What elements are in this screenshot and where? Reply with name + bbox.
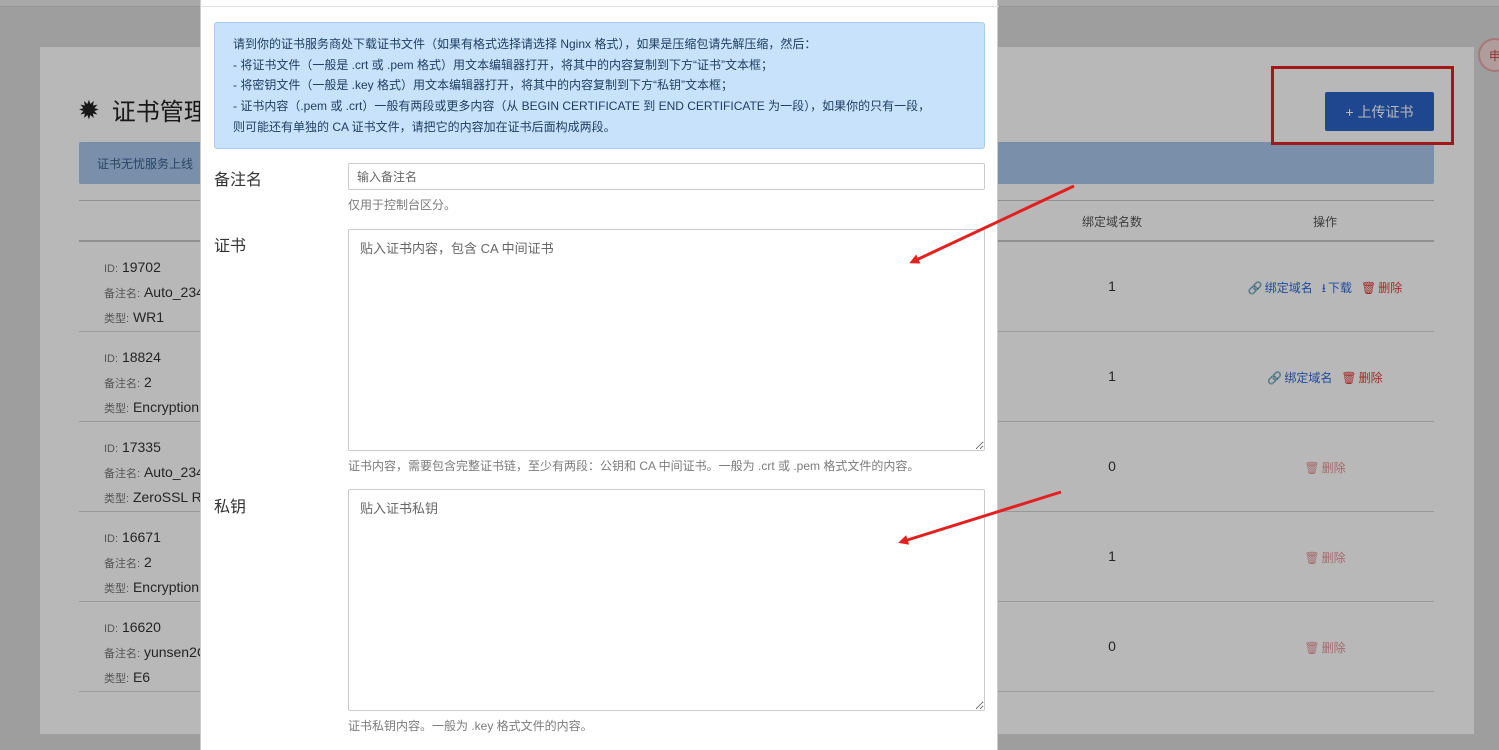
- key-label: 私钥: [214, 499, 247, 516]
- modal-header-edge: [201, 0, 999, 7]
- cert-textarea[interactable]: [348, 229, 985, 451]
- note-help: 仅用于控制台区分。: [348, 198, 457, 212]
- cert-help: 证书内容，需要包含完整证书链，至少有两段：公钥和 CA 中间证书。一般为 .cr…: [348, 459, 920, 473]
- notice-line: 请到你的证书服务商处下载证书文件（如果有格式选择请选择 Nginx 格式），如果…: [233, 37, 817, 51]
- instructions-notice: 请到你的证书服务商处下载证书文件（如果有格式选择请选择 Nginx 格式），如果…: [214, 22, 985, 149]
- notice-line: - 将密钥文件（一般是 .key 格式）用文本编辑器打开，将其中的内容复制到下方…: [233, 78, 734, 93]
- notice-line: - 将证书文件（一般是 .crt 或 .pem 格式）用文本编辑器打开，将其中的…: [233, 57, 774, 72]
- note-label: 备注名: [214, 172, 263, 189]
- notice-line: - 证书内容（.pem 或 .crt）一般有两段或更多内容（从 BEGIN CE…: [233, 99, 931, 114]
- notice-line: 则可能还有单独的 CA 证书文件，请把它的内容加在证书后面构成两段。: [233, 119, 616, 134]
- key-textarea[interactable]: [348, 489, 985, 711]
- note-input[interactable]: [348, 163, 985, 190]
- cert-label: 证书: [214, 238, 247, 255]
- key-help: 证书私钥内容。一般为 .key 格式文件的内容。: [348, 719, 593, 733]
- upload-cert-modal: 请到你的证书服务商处下载证书文件（如果有格式选择请选择 Nginx 格式），如果…: [200, 0, 999, 750]
